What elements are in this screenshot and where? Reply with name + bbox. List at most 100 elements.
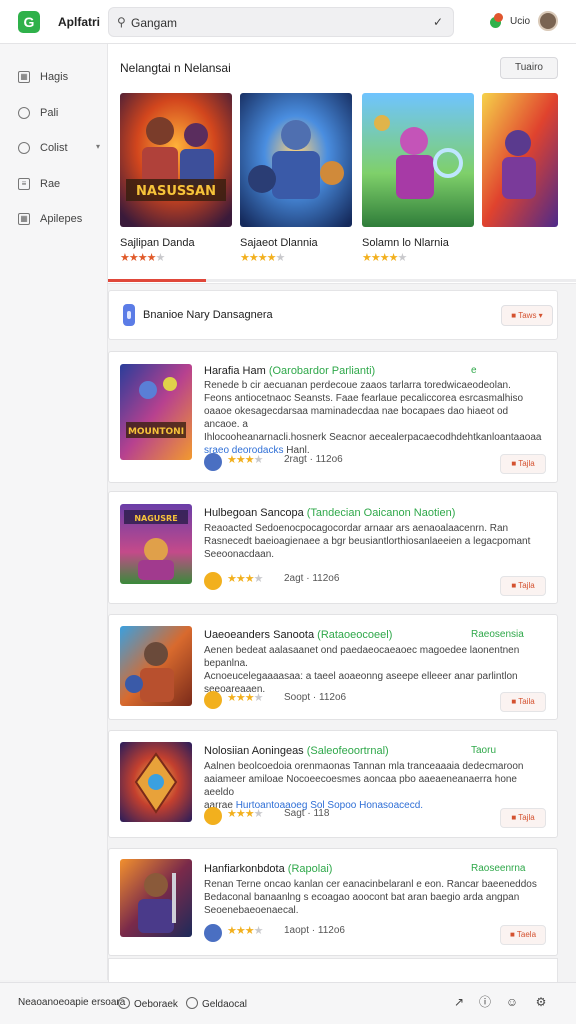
game-artwork [120,626,192,706]
game-artwork: NASUSSAN [120,93,232,227]
search-bar[interactable]: ⚲ ✓ [108,7,454,37]
featured-game-name[interactable]: Sajaeot Dlannia [240,237,318,249]
settings-icon[interactable]: ⚙ [534,995,548,1009]
share-icon[interactable]: ↗ [452,995,466,1009]
play-button[interactable]: ■ Taila [500,692,546,712]
game-thumbnail[interactable] [120,742,192,822]
game-title[interactable]: Nolosiian Aoningeas (Saleofeoortrnal) [204,745,389,757]
sidebar-item-colist[interactable]: Colist ▾ [18,139,104,159]
game-title[interactable]: Uaeoeanders Sanoota (Rataoeocoeel) [204,629,392,641]
search-input[interactable] [131,14,421,31]
game-description: Renan Terne oncao kanlan cer eanacinbela… [204,879,537,916]
game-status: e [471,365,477,376]
list-item[interactable]: NAGUSRE Hulbegoan Sancopa (Tandecian Oai… [108,491,558,604]
game-artwork [120,859,192,937]
game-meta: 2ragt · 112o6 [284,454,343,465]
carousel-progress-fill [108,279,207,282]
search-icon: ⚲ [117,15,126,29]
play-button[interactable]: ■ Taela [500,925,546,945]
featured-game-card[interactable]: NASUSSAN [120,93,232,227]
sort-dropdown[interactable]: ■ Taws ▾ [501,305,553,326]
game-artwork [362,93,474,227]
game-meta: 2agt · 112o6 [284,573,340,584]
game-banner-text: NAGUSRE [134,514,177,523]
document-icon: ≡ [18,178,30,190]
rating-stars: ★★★★ [227,925,263,937]
app-title: Aplfatri [58,15,100,29]
footer-link[interactable]: Oeboraek [118,997,178,1010]
sidebar-item-label: Colist [40,142,68,154]
featured-game-card[interactable] [240,93,352,227]
game-title[interactable]: Hanfiarkonbdota (Rapolai) [204,863,332,875]
featured-game-card[interactable] [362,93,474,227]
game-artwork [240,93,352,227]
game-status: Raeosensia [471,629,524,640]
notification-icon[interactable] [488,13,504,29]
game-description: Aenen bedeat aalasaanet ond paedaeocaeao… [204,645,520,695]
sidebar-item-pali[interactable]: Pali [18,104,104,124]
list-item-partial [108,958,558,982]
sort-label: Taws [518,311,537,320]
app-logo-icon[interactable]: G [18,11,40,33]
game-tag: (Rapolai) [287,863,333,875]
game-title[interactable]: Harafia Ham (Oarobardor Parlianti) [204,365,375,377]
game-artwork [120,742,192,822]
footer-link[interactable]: Geldaocal [186,997,247,1010]
footer: Neaoanoeoapie ersoara Oeboraek Geldaocal… [0,982,576,1024]
user-name[interactable]: Ucio [510,16,530,27]
avatar[interactable] [204,691,222,709]
rating-stars: ★★★★★ [362,252,407,264]
list-item[interactable]: Nolosiian Aoningeas (Saleofeoortrnal) Ta… [108,730,558,838]
apps-icon: ▦ [18,213,30,225]
featured-action-button[interactable]: Tuairo [500,57,558,79]
game-meta: Sagt · 118 [284,808,330,819]
list-item[interactable]: Uaeoeanders Sanoota (Rataoeocoeel) Raeos… [108,614,558,720]
avatar[interactable] [204,572,222,590]
game-description: Renede b cir aecuanan perdecoue zaaos ta… [204,380,542,456]
game-meta: 1aopt · 112o6 [284,925,345,936]
list-item[interactable]: MOUNTONI Harafia Ham (Oarobardor Parlian… [108,351,558,483]
game-thumbnail[interactable] [120,859,192,937]
footer-text: Neaoanoeoapie ersoara [18,997,126,1008]
chat-icon [18,107,30,119]
play-button[interactable]: ■ Tajla [500,808,546,828]
game-thumbnail[interactable]: NAGUSRE [120,504,192,584]
chevron-down-icon[interactable]: ▾ [96,142,100,151]
circle-icon [186,997,198,1009]
rating-stars: ★★★★★ [240,252,285,264]
info-icon[interactable]: ⓘ [478,995,492,1009]
play-button[interactable]: ■ Tajla [500,454,546,474]
play-button[interactable]: ■ Tajla [500,576,546,596]
featured-game-card[interactable] [482,93,558,227]
sidebar: ▦ Hagis Pali Colist ▾ ≡ Rae ▦ Apilepes [0,44,108,980]
avatar[interactable] [204,807,222,825]
featured-panel: Nelangtai n Nelansai Tuairo NASUSSAN Saj… [108,44,576,284]
game-tag: (Tandecian Oaicanon Naotien) [306,507,456,519]
game-banner-text: MOUNTONI [128,427,184,437]
sidebar-item-rae[interactable]: ≡ Rae [18,175,104,195]
user-avatar[interactable] [538,11,558,31]
avatar[interactable] [204,924,222,942]
image-icon: ▦ [18,71,30,83]
game-thumbnail[interactable] [120,626,192,706]
game-thumbnail[interactable]: MOUNTONI [120,364,192,460]
search-icon [18,142,30,154]
featured-game-name[interactable]: Solamn lo Nlarnia [362,237,449,249]
game-description: Aalnen beolcoedoia orenmaonas Tannan mla… [204,761,524,811]
section-title: Bnanioe Nary Dansagnera [143,309,273,321]
sidebar-item-hagis[interactable]: ▦ Hagis [18,68,104,88]
rating-stars: ★★★★ [227,808,263,820]
avatar[interactable] [204,453,222,471]
game-meta: Soopt · 112o6 [284,692,347,703]
game-title[interactable]: Hulbegoan Sancopa (Tandecian Oaicanon Na… [204,507,455,519]
featured-title: Nelangtai n Nelansai [120,61,231,75]
featured-game-name[interactable]: Sajlipan Danda [120,237,195,249]
rating-stars: ★★★★ [227,692,263,704]
rating-stars: ★★★★★ [120,252,165,264]
game-description: Reaoacted Sedoenocpocagocordar arnaar ar… [204,523,531,560]
sidebar-item-apilepes[interactable]: ▦ Apilepes [18,210,104,230]
message-icon[interactable]: ☺ [505,995,519,1009]
check-icon[interactable]: ✓ [433,15,443,29]
list-item[interactable]: Hanfiarkonbdota (Rapolai) Raoseenrna Ren… [108,848,558,956]
section-header: Bnanioe Nary Dansagnera ■ Taws ▾ [108,290,558,340]
